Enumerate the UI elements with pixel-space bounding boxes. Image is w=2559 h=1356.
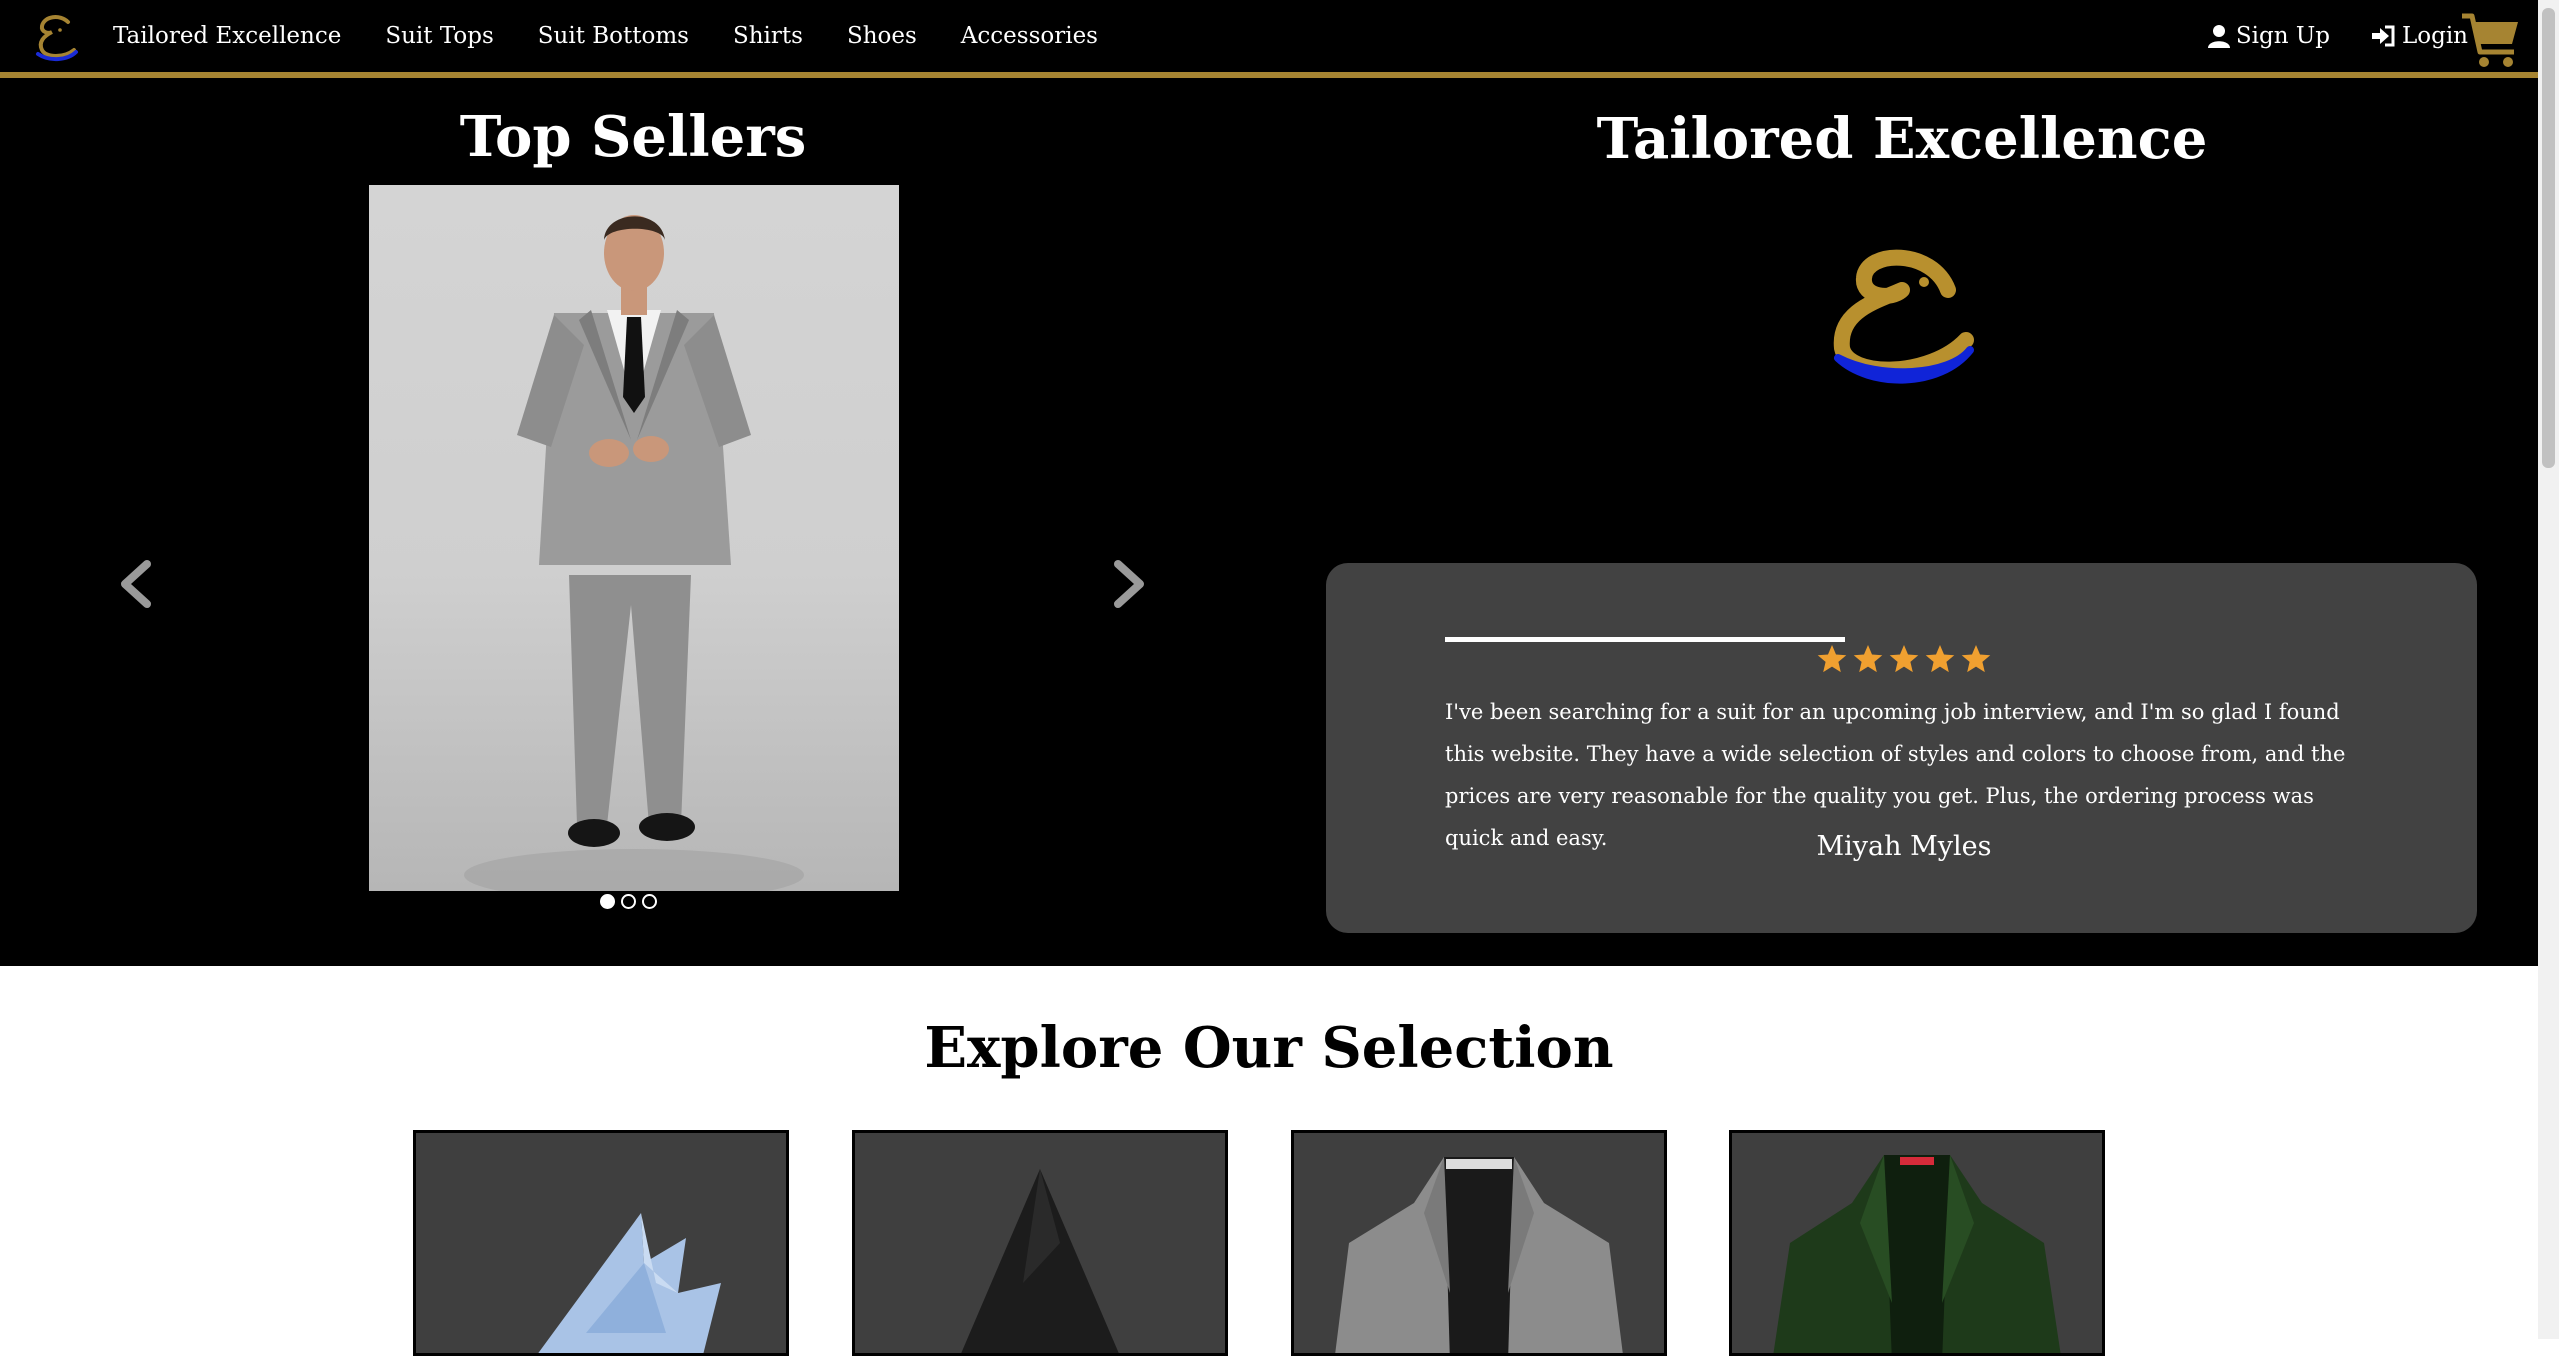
model-suit-image bbox=[464, 215, 804, 891]
star-icon bbox=[1889, 645, 1919, 673]
carousel-dot-3[interactable] bbox=[642, 894, 657, 909]
review-author: Miyah Myles bbox=[1816, 831, 1992, 862]
star-icon bbox=[1925, 645, 1955, 673]
grey-blazer-image bbox=[1335, 1157, 1623, 1353]
carousel-slide[interactable] bbox=[369, 185, 899, 891]
signup-label: Sign Up bbox=[2235, 23, 2330, 49]
star-icon bbox=[1817, 645, 1847, 673]
brand-logo-icon[interactable] bbox=[30, 12, 84, 64]
login-label: Login bbox=[2401, 23, 2468, 49]
carousel-prev-icon[interactable] bbox=[115, 558, 155, 610]
sign-in-icon bbox=[2371, 25, 2395, 47]
category-card-green-blazer[interactable] bbox=[1729, 1130, 2105, 1356]
user-icon bbox=[2207, 25, 2230, 48]
review-card: I've been searching for a suit for an up… bbox=[1326, 563, 2477, 933]
category-card-pocket-square[interactable] bbox=[413, 1130, 789, 1356]
brand-title: Tailored Excellence bbox=[1596, 106, 2208, 172]
page-scrollbar[interactable] bbox=[2538, 0, 2559, 1339]
star-icon bbox=[1961, 645, 1991, 673]
nav-link-suit-tops[interactable]: Suit Tops bbox=[385, 23, 493, 49]
green-blazer-image bbox=[1773, 1155, 2061, 1353]
category-card-tie[interactable] bbox=[852, 1130, 1228, 1356]
carousel-next-icon[interactable] bbox=[1110, 558, 1150, 610]
cart-icon[interactable] bbox=[2460, 10, 2522, 70]
star-icon bbox=[1853, 645, 1883, 673]
pocket-square-image bbox=[538, 1213, 721, 1353]
explore-title: Explore Our Selection bbox=[924, 1015, 1614, 1081]
nav-link-accessories[interactable]: Accessories bbox=[961, 23, 1098, 49]
star-rating bbox=[1816, 643, 1992, 675]
scrollbar-thumb[interactable] bbox=[2542, 8, 2555, 468]
carousel-dot-1[interactable] bbox=[600, 894, 615, 909]
nav-link-shoes[interactable]: Shoes bbox=[847, 23, 917, 49]
top-navbar: Tailored Excellence Suit Tops Suit Botto… bbox=[0, 0, 2538, 78]
carousel-dot-2[interactable] bbox=[621, 894, 636, 909]
signup-link[interactable]: Sign Up bbox=[2207, 23, 2330, 49]
login-link[interactable]: Login bbox=[2370, 23, 2468, 49]
nav-links: Tailored Excellence Suit Tops Suit Botto… bbox=[113, 0, 1098, 72]
hero-section: Top Sellers Tailored Excellence I've bee… bbox=[0, 78, 2538, 966]
tie-image bbox=[961, 1169, 1119, 1353]
nav-brand-link[interactable]: Tailored Excellence bbox=[113, 23, 341, 49]
brand-logo-icon bbox=[1833, 249, 1974, 384]
top-sellers-title: Top Sellers bbox=[459, 104, 807, 170]
nav-link-shirts[interactable]: Shirts bbox=[733, 23, 803, 49]
category-card-grey-blazer[interactable] bbox=[1291, 1130, 1667, 1356]
nav-account-links: Sign Up Login bbox=[2207, 0, 2468, 72]
carousel-indicators bbox=[600, 894, 657, 909]
nav-link-suit-bottoms[interactable]: Suit Bottoms bbox=[538, 23, 689, 49]
review-divider bbox=[1445, 637, 1845, 642]
